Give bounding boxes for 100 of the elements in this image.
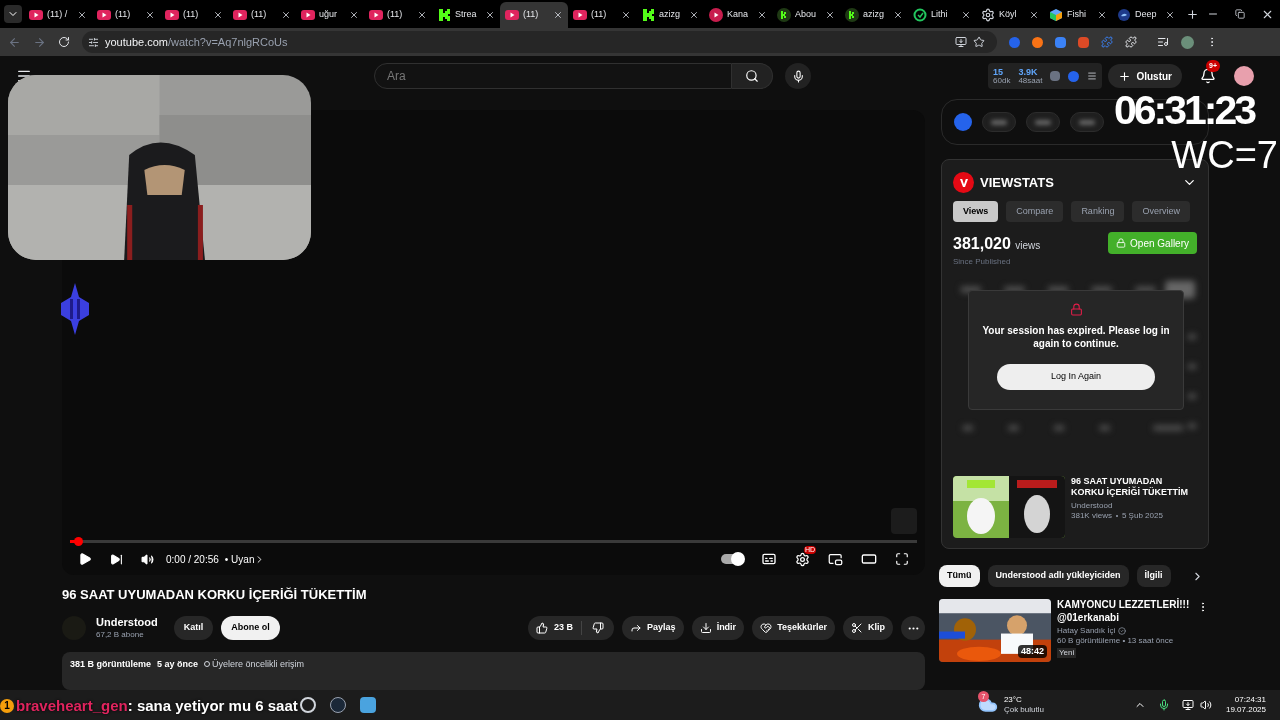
browser-tab[interactable]: uğur <box>296 2 364 28</box>
browser-tab[interactable]: azizg <box>636 2 704 28</box>
play-icon[interactable] <box>78 552 92 567</box>
subscribe-button[interactable]: Abone ol <box>221 616 280 641</box>
extension-icon[interactable] <box>1055 36 1066 48</box>
reload-icon[interactable] <box>58 36 70 48</box>
progress-thumb[interactable] <box>74 537 84 547</box>
browser-tab[interactable]: (11) <box>500 2 568 28</box>
network-icon[interactable] <box>1181 699 1194 711</box>
close-icon[interactable] <box>213 10 223 20</box>
progress-track[interactable] <box>70 540 917 544</box>
volume-icon[interactable] <box>141 552 154 566</box>
chart-icon[interactable] <box>1050 71 1061 81</box>
site-info-icon[interactable] <box>88 36 99 48</box>
close-icon[interactable] <box>1165 10 1175 20</box>
close-icon[interactable] <box>757 10 767 20</box>
tab-title: Strea <box>455 8 478 22</box>
close-icon[interactable] <box>553 10 563 20</box>
extension-icon[interactable] <box>1078 36 1089 48</box>
browser-tab[interactable]: Kana <box>704 2 772 28</box>
more-button[interactable] <box>901 616 925 641</box>
browser-tab[interactable]: (11) <box>568 2 636 28</box>
tab-list-button[interactable] <box>4 5 22 23</box>
browser-tab[interactable]: Fishi <box>1044 2 1112 28</box>
close-icon[interactable] <box>349 10 359 20</box>
filter-chip[interactable]: Understood adlı yükleyiciden <box>987 565 1129 587</box>
dislike-icon[interactable] <box>592 622 605 635</box>
install-icon[interactable] <box>955 36 967 48</box>
notifications-icon[interactable] <box>1200 68 1216 84</box>
filter-chip[interactable]: Tümü <box>939 565 980 587</box>
volume-icon[interactable] <box>1199 699 1212 711</box>
app-icon[interactable] <box>330 697 346 713</box>
action-button[interactable]: Paylaş <box>622 616 684 641</box>
stat-value: 15 <box>993 67 1005 77</box>
log-in-again-button[interactable]: Log In Again <box>997 364 1155 390</box>
iq-logo-icon[interactable] <box>1068 70 1080 82</box>
action-button[interactable]: Klip <box>843 616 893 641</box>
browser-tab[interactable]: Köyl <box>976 2 1044 28</box>
close-icon[interactable] <box>689 10 699 20</box>
close-icon[interactable] <box>417 10 427 20</box>
close-icon[interactable] <box>77 10 87 20</box>
browser-tab[interactable]: (11) <box>228 2 296 28</box>
new-tab-icon[interactable] <box>1186 7 1199 21</box>
app-icon[interactable] <box>300 697 316 713</box>
restore-icon[interactable] <box>1235 9 1245 19</box>
bookmark-icon[interactable] <box>973 36 985 48</box>
tab-title: (11) <box>115 8 132 22</box>
stats-tab[interactable]: Compare <box>1006 201 1064 222</box>
close-icon[interactable] <box>145 10 155 20</box>
close-icon[interactable] <box>1097 10 1107 20</box>
browser-tab[interactable]: (11) <box>92 2 160 28</box>
video-title[interactable]: KAMYONCU LEZZETLERİ!!! @01erkanabi <box>1057 599 1192 624</box>
close-icon[interactable] <box>621 10 631 20</box>
chapter-link[interactable]: • Uyan <box>224 551 266 567</box>
join-button[interactable]: Katıl <box>173 616 214 641</box>
browser-tab[interactable]: Strea <box>432 2 500 28</box>
browser-tab[interactable]: (11) <box>160 2 228 28</box>
close-icon[interactable] <box>1029 10 1039 20</box>
close-icon[interactable] <box>893 10 903 20</box>
extension-icon[interactable] <box>1032 36 1043 48</box>
profile-icon[interactable] <box>1181 35 1194 49</box>
search-field[interactable]: Ara <box>374 63 732 89</box>
search-button[interactable] <box>732 63 773 89</box>
miniplayer-icon[interactable] <box>828 551 843 567</box>
media-icon[interactable] <box>1157 36 1169 48</box>
voice-search-button[interactable] <box>785 63 811 89</box>
close-icon[interactable] <box>825 10 835 20</box>
close-icon[interactable] <box>961 10 971 20</box>
action-button[interactable]: İndir <box>691 616 745 641</box>
browser-tab[interactable]: Abou <box>772 2 840 28</box>
filter-chip[interactable]: İlgili <box>1136 565 1171 587</box>
forward-icon[interactable] <box>33 35 46 49</box>
mic-icon[interactable] <box>1157 699 1170 711</box>
address-field[interactable]: youtube.com/watch?v=Aq7nlgRCoUs <box>82 31 997 53</box>
channel-name[interactable]: Understood <box>96 616 158 631</box>
settings-icon[interactable] <box>795 551 810 567</box>
like-button[interactable]: 23 B <box>528 621 583 635</box>
extensions-icon[interactable] <box>1125 36 1137 48</box>
create-button[interactable]: Olustur <box>1108 64 1182 88</box>
browser-tab[interactable]: (11) <box>364 2 432 28</box>
browser-tab[interactable]: azizg <box>840 2 908 28</box>
action-button[interactable]: Teşekkürler <box>752 616 835 641</box>
description-box[interactable]: 381 B görüntüleme 5 ay önce Üyelere öncelikli erişim <box>62 651 925 690</box>
video-title[interactable]: 96 SAAT UYUMADAN KORKU İÇERİĞİ TÜKETTİM <box>1071 476 1197 499</box>
channel-name[interactable]: Hatay Sandık İçi <box>1057 626 1192 636</box>
puzzle-icon[interactable] <box>1101 36 1113 48</box>
close-icon[interactable] <box>485 10 495 20</box>
avatar[interactable] <box>1234 66 1254 86</box>
tab-title: Deep <box>1135 8 1158 22</box>
browser-tab[interactable]: Lithi <box>908 2 976 28</box>
autoplay-toggle[interactable] <box>721 554 743 565</box>
close-icon[interactable] <box>281 10 291 20</box>
stats-tab[interactable]: Overview <box>1132 201 1190 222</box>
back-icon[interactable] <box>8 35 21 49</box>
next-icon[interactable] <box>110 552 123 566</box>
browser-tab[interactable]: (11) / <box>24 2 92 28</box>
stats-tab[interactable]: Views <box>953 201 999 222</box>
browser-tab[interactable]: Deep <box>1112 2 1180 28</box>
fullscreen-icon[interactable] <box>895 552 909 567</box>
stats-tab[interactable]: Ranking <box>1071 201 1125 222</box>
